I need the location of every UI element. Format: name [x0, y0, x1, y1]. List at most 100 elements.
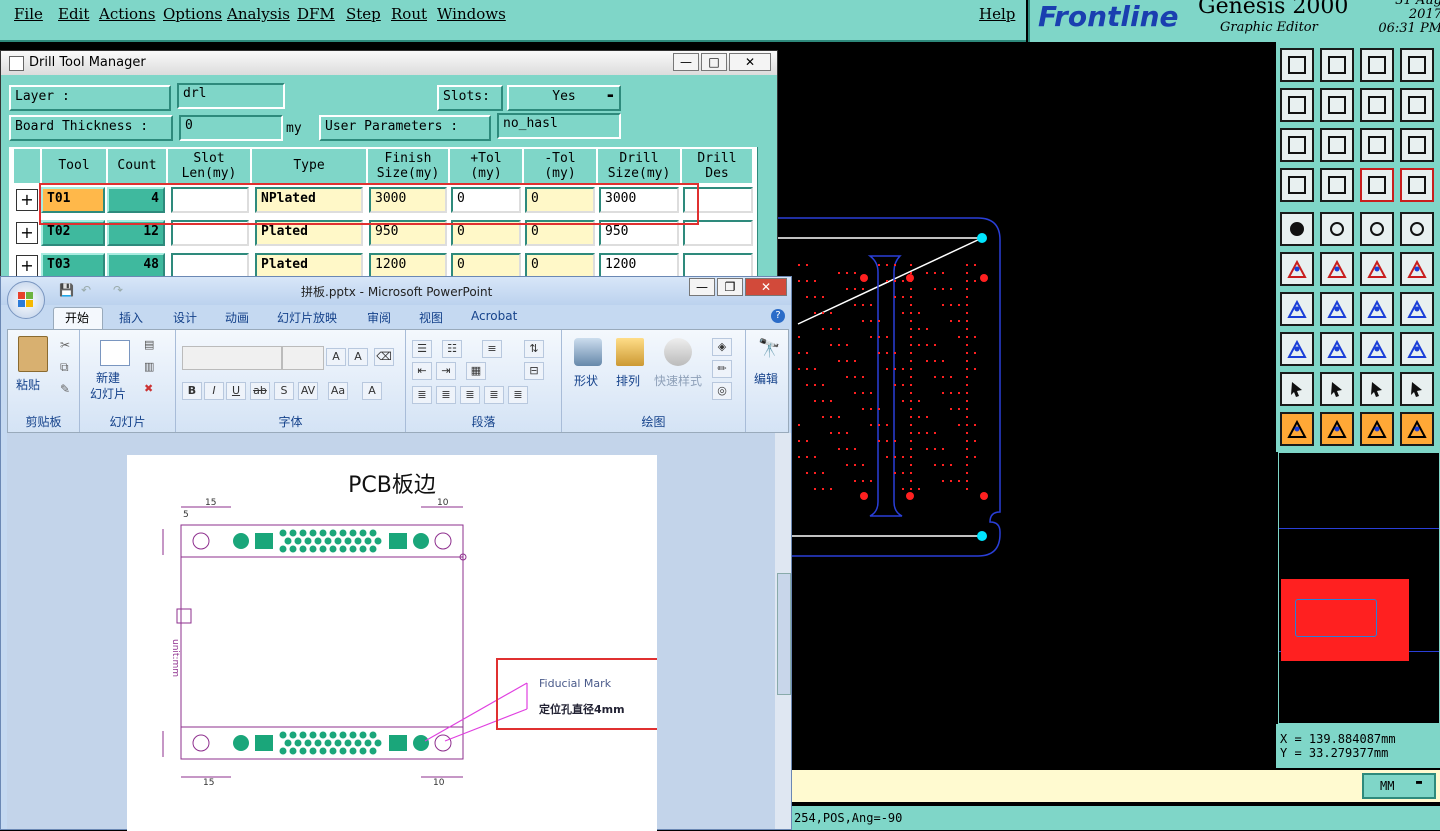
drill-icon[interactable]: [1360, 168, 1394, 202]
center-icon[interactable]: [1320, 128, 1354, 162]
layer-input[interactable]: drl: [177, 83, 285, 109]
slash-icon[interactable]: [1320, 292, 1354, 326]
format-painter-icon[interactable]: ✎: [60, 382, 70, 396]
overview-window[interactable]: [1278, 452, 1440, 724]
line-add-icon[interactable]: [1400, 252, 1434, 286]
expand-row-icon[interactable]: +: [16, 222, 38, 244]
pointer-tree-icon[interactable]: [1400, 412, 1434, 446]
arrange-icon[interactable]: [616, 338, 644, 366]
menu-analysis[interactable]: Analysis: [227, 5, 290, 23]
tab-acrobat[interactable]: Acrobat: [471, 309, 517, 323]
menu-edit[interactable]: Edit: [58, 5, 89, 23]
align-right-icon[interactable]: ≣: [460, 386, 480, 404]
menu-file[interactable]: File: [14, 5, 43, 23]
triangle-icon[interactable]: [1280, 372, 1314, 406]
arrange-button[interactable]: 排列: [616, 372, 640, 389]
underline-icon[interactable]: U: [226, 382, 246, 400]
help-icon[interactable]: ?: [771, 309, 785, 323]
triangle-up-icon[interactable]: [1320, 372, 1354, 406]
text-direction-icon[interactable]: ⇅: [524, 340, 544, 358]
overview-viewport[interactable]: [1295, 599, 1377, 637]
restore-button[interactable]: ❐: [717, 278, 743, 296]
resize-icon[interactable]: [1320, 212, 1354, 246]
align-center-icon[interactable]: ≣: [436, 386, 456, 404]
tab-animation[interactable]: 动画: [225, 309, 249, 326]
fit-icon[interactable]: [1280, 128, 1314, 162]
left-icon[interactable]: [1280, 88, 1314, 122]
maximize-button[interactable]: □: [701, 53, 727, 71]
cross-icon[interactable]: [1320, 252, 1354, 286]
expand-row-icon[interactable]: +: [16, 189, 38, 211]
align-left-icon[interactable]: ≣: [412, 386, 432, 404]
slide-scrollbar[interactable]: [775, 433, 791, 829]
menu-actions[interactable]: Actions: [99, 5, 155, 23]
scroll-thumb[interactable]: [777, 573, 791, 695]
drill-window-titlebar[interactable]: Drill Tool Manager — □ ✕: [1, 51, 777, 75]
copy-icon[interactable]: [1280, 332, 1314, 366]
tab-slideshow[interactable]: 幻灯片放映: [277, 309, 337, 326]
pointer-icon[interactable]: [1280, 412, 1314, 446]
clear-format-icon[interactable]: ⌫: [374, 348, 394, 366]
rotate-icon[interactable]: [1360, 292, 1394, 326]
pad-icon[interactable]: [1280, 212, 1314, 246]
layout-icon[interactable]: ▤: [144, 338, 154, 351]
grow-font-icon[interactable]: A: [326, 348, 346, 366]
select-box-icon[interactable]: [1400, 212, 1434, 246]
right-icon[interactable]: [1320, 88, 1354, 122]
line-icon[interactable]: [1360, 252, 1394, 286]
font-size-select[interactable]: [282, 346, 324, 370]
reset-icon[interactable]: ▥: [144, 360, 154, 373]
flip-icon[interactable]: [1400, 88, 1434, 122]
redo-icon[interactable]: ↷: [113, 283, 123, 297]
table-scrollbar[interactable]: [757, 147, 774, 281]
new-slide-button[interactable]: 新建 幻灯片: [90, 370, 126, 402]
expand-row-icon[interactable]: +: [16, 255, 38, 277]
bold-icon[interactable]: B: [182, 382, 202, 400]
ruler-icon[interactable]: [1360, 212, 1394, 246]
angle-icon[interactable]: [1280, 292, 1314, 326]
probe-icon[interactable]: [1320, 168, 1354, 202]
cut-icon[interactable]: ✂: [60, 338, 70, 352]
quick-styles-button[interactable]: 快速样式: [654, 372, 702, 389]
new-slide-icon[interactable]: [100, 340, 130, 366]
change-case-icon[interactable]: Aa: [328, 382, 348, 400]
group-icon[interactable]: [1400, 332, 1434, 366]
undo-icon[interactable]: ↶: [81, 283, 91, 297]
paste-button[interactable]: 粘贴: [16, 376, 40, 393]
pointer-oct-icon[interactable]: [1360, 412, 1394, 446]
up-icon[interactable]: [1280, 48, 1314, 82]
tab-home[interactable]: 开始: [65, 309, 89, 326]
window-icon[interactable]: [1400, 48, 1434, 82]
minimize-button[interactable]: —: [673, 53, 699, 71]
slots-select[interactable]: Yes ▬: [507, 85, 621, 111]
strikethrough-icon[interactable]: ab: [250, 382, 270, 400]
user-params-input[interactable]: no_hasl: [497, 113, 621, 139]
menu-rout[interactable]: Rout: [391, 5, 427, 23]
move-icon[interactable]: [1320, 332, 1354, 366]
graphic-canvas[interactable]: [778, 42, 1276, 770]
shrink-font-icon[interactable]: A: [348, 348, 368, 366]
justify-icon[interactable]: ≣: [484, 386, 504, 404]
menu-help[interactable]: Help: [979, 5, 1015, 23]
edit-button[interactable]: 编辑: [754, 370, 778, 387]
distribute-icon[interactable]: ≣: [508, 386, 528, 404]
shadow-icon[interactable]: S: [274, 382, 294, 400]
help-icon[interactable]: [1400, 128, 1434, 162]
pointer-box-icon[interactable]: [1320, 412, 1354, 446]
outline-icon[interactable]: ✏: [712, 360, 732, 378]
close-button[interactable]: ✕: [729, 53, 771, 71]
fill-icon[interactable]: ◈: [712, 338, 732, 356]
font-color-icon[interactable]: A: [362, 382, 382, 400]
italic-icon[interactable]: I: [204, 382, 224, 400]
font-name-select[interactable]: [182, 346, 282, 370]
increase-indent-icon[interactable]: ⇥: [436, 362, 456, 380]
undo-icon[interactable]: [1360, 88, 1394, 122]
line-spacing-icon[interactable]: ≡: [482, 340, 502, 358]
net-icon[interactable]: [1280, 252, 1314, 286]
one-to-two-icon[interactable]: [1360, 128, 1394, 162]
bullets-icon[interactable]: ☰: [412, 340, 432, 358]
tab-review[interactable]: 审阅: [367, 309, 391, 326]
tab-design[interactable]: 设计: [173, 309, 197, 326]
delete-icon[interactable]: ✖: [144, 382, 153, 395]
quick-styles-icon[interactable]: [664, 338, 692, 366]
